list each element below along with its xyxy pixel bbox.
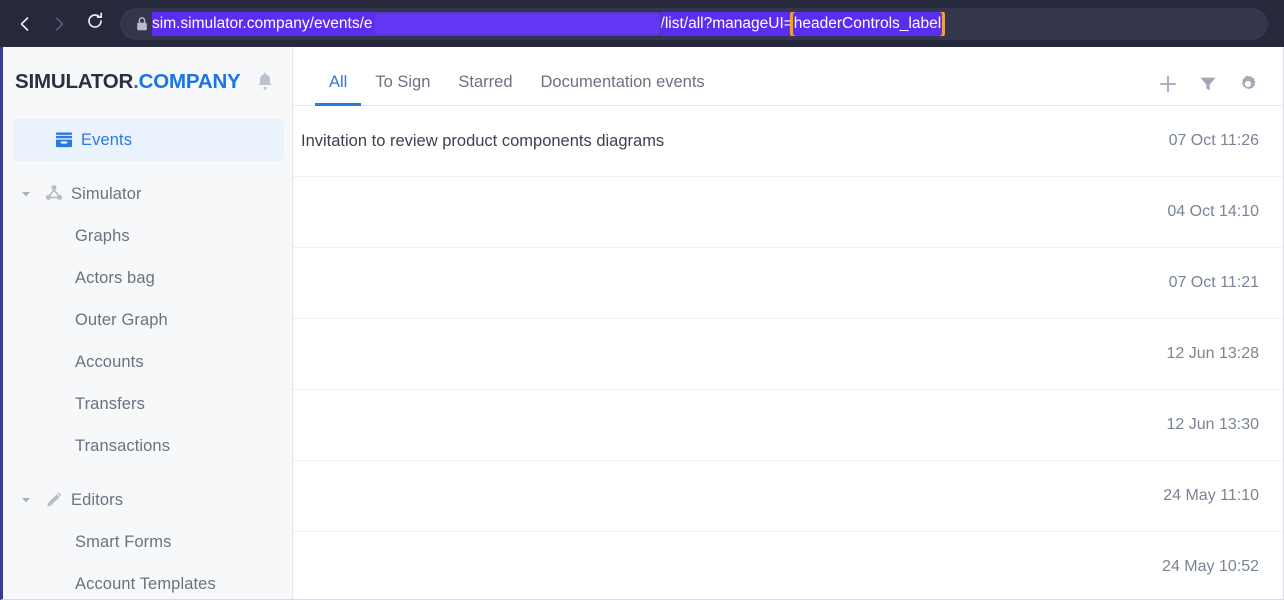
sidebar-item-editors[interactable]: Editors bbox=[3, 479, 292, 521]
table-row[interactable]: 07 Oct 11:21 bbox=[293, 248, 1283, 319]
table-row[interactable]: Invitation to review product components … bbox=[293, 106, 1283, 177]
sidebar-item-label: Accounts bbox=[75, 352, 144, 371]
main-content: All To Sign Starred Documentation events bbox=[293, 47, 1283, 599]
event-date: 04 Oct 14:10 bbox=[1167, 203, 1259, 220]
sidebar-item-graphs[interactable]: Graphs bbox=[3, 215, 292, 257]
tab-documentation-events[interactable]: Documentation events bbox=[527, 73, 719, 105]
sidebar-item-account-templates[interactable]: Account Templates bbox=[3, 563, 292, 599]
add-event-button[interactable] bbox=[1155, 71, 1181, 97]
event-date: 07 Oct 11:21 bbox=[1168, 274, 1259, 291]
event-list: Invitation to review product components … bbox=[293, 106, 1283, 599]
event-date: 12 Jun 13:28 bbox=[1166, 345, 1259, 362]
sidebar-item-smart-forms[interactable]: Smart Forms bbox=[3, 521, 292, 563]
chevron-down-icon[interactable] bbox=[15, 494, 37, 506]
brand-domain: .COMPANY bbox=[133, 70, 241, 93]
event-date: 24 May 11:10 bbox=[1163, 487, 1259, 504]
chevron-left-icon bbox=[15, 14, 35, 34]
bell-icon[interactable] bbox=[255, 71, 275, 93]
chevron-down-icon[interactable] bbox=[15, 188, 37, 200]
forward-button[interactable] bbox=[42, 7, 76, 41]
brand-name: SIMULATOR bbox=[15, 70, 134, 93]
browser-toolbar: sim.simulator.company/events/e/list/all?… bbox=[0, 0, 1284, 47]
sidebar-item-label: Smart Forms bbox=[75, 532, 172, 551]
back-button[interactable] bbox=[8, 7, 42, 41]
sidebar-item-actors-bag[interactable]: Actors bag bbox=[3, 257, 292, 299]
table-row[interactable]: 04 Oct 14:10 bbox=[293, 177, 1283, 248]
pencil-icon bbox=[37, 489, 71, 511]
tab-bar: All To Sign Starred Documentation events bbox=[293, 47, 1283, 106]
url-highlighted-param: headerControls_label bbox=[789, 11, 946, 36]
sidebar-nav: Events Simulator Graphs Actors bag Outer… bbox=[3, 115, 292, 599]
gear-icon[interactable] bbox=[1235, 71, 1261, 97]
event-date: 07 Oct 11:26 bbox=[1168, 132, 1259, 149]
brand-logo[interactable]: SIMULATOR.COMPANY bbox=[3, 49, 292, 115]
sidebar-item-label: Graphs bbox=[75, 226, 130, 245]
header-controls bbox=[1155, 71, 1261, 105]
sidebar-item-label: Account Templates bbox=[75, 574, 216, 593]
sidebar-item-simulator[interactable]: Simulator bbox=[3, 173, 292, 215]
lock-icon bbox=[132, 16, 152, 32]
url-text[interactable]: sim.simulator.company/events/e/list/all?… bbox=[152, 11, 1264, 36]
reload-button[interactable] bbox=[76, 7, 114, 41]
url-redacted-segment bbox=[372, 11, 661, 36]
sidebar-item-label: Transfers bbox=[75, 394, 145, 413]
sidebar-item-transactions[interactable]: Transactions bbox=[3, 425, 292, 467]
event-date: 12 Jun 13:30 bbox=[1166, 416, 1259, 433]
sidebar-item-accounts[interactable]: Accounts bbox=[3, 341, 292, 383]
sidebar-item-label: Outer Graph bbox=[75, 310, 168, 329]
sidebar: SIMULATOR.COMPANY Events Simulator Graph… bbox=[3, 47, 293, 599]
sidebar-item-label: Editors bbox=[71, 490, 124, 509]
tab-all[interactable]: All bbox=[315, 73, 362, 106]
filter-button[interactable] bbox=[1195, 71, 1221, 97]
chevron-right-icon bbox=[49, 14, 69, 34]
sidebar-item-label: Simulator bbox=[71, 184, 142, 203]
nodes-icon bbox=[37, 183, 71, 205]
sidebar-item-label: Events bbox=[81, 130, 133, 149]
sidebar-item-events[interactable]: Events bbox=[13, 119, 284, 161]
sidebar-item-transfers[interactable]: Transfers bbox=[3, 383, 292, 425]
url-prefix: sim.simulator.company/events/e bbox=[152, 11, 373, 36]
table-row[interactable]: 24 May 10:52 bbox=[293, 532, 1283, 599]
url-suffix: /list/all?manageUI= bbox=[660, 11, 793, 36]
app-window: SIMULATOR.COMPANY Events Simulator Graph… bbox=[0, 47, 1284, 600]
event-title: Invitation to review product components … bbox=[301, 131, 665, 150]
sidebar-item-label: Transactions bbox=[75, 436, 171, 455]
sidebar-item-label: Actors bag bbox=[75, 268, 155, 287]
sidebar-item-outer-graph[interactable]: Outer Graph bbox=[3, 299, 292, 341]
table-row[interactable]: 12 Jun 13:28 bbox=[293, 319, 1283, 390]
table-row[interactable]: 24 May 11:10 bbox=[293, 461, 1283, 532]
address-bar[interactable]: sim.simulator.company/events/e/list/all?… bbox=[120, 7, 1268, 40]
reload-icon bbox=[85, 11, 105, 36]
tab-starred[interactable]: Starred bbox=[444, 73, 526, 105]
table-row[interactable]: 12 Jun 13:30 bbox=[293, 390, 1283, 461]
tab-to-sign[interactable]: To Sign bbox=[361, 73, 444, 105]
event-date: 24 May 10:52 bbox=[1162, 558, 1259, 575]
archive-icon bbox=[47, 129, 81, 151]
